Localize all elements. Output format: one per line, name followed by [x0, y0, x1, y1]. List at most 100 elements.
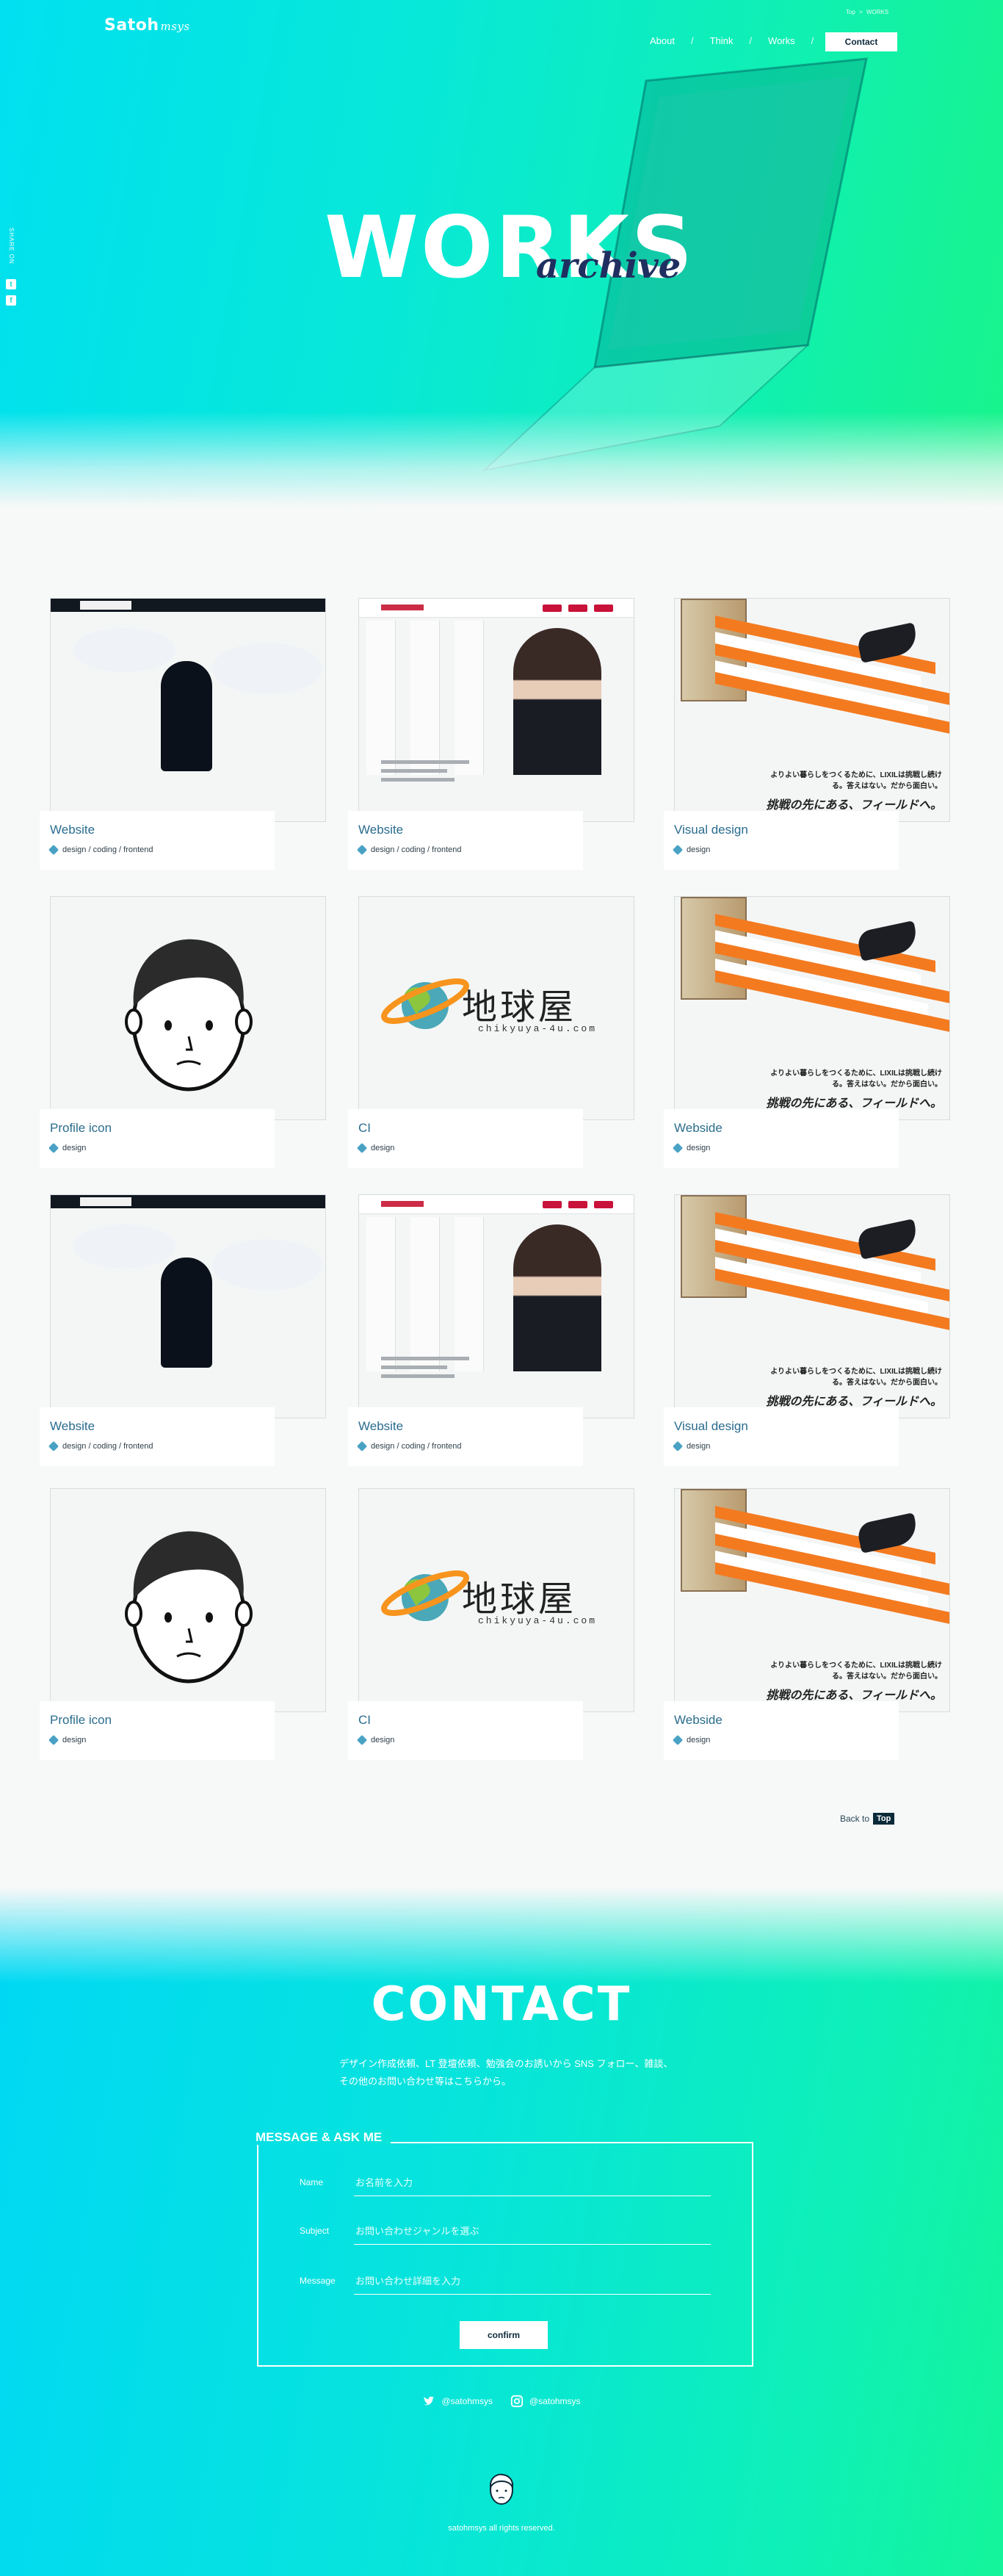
form-row-name: Name — [258, 2170, 755, 2199]
breadcrumb-top[interactable]: Top — [846, 9, 855, 15]
back-to-top[interactable]: Back to Top — [840, 1813, 895, 1825]
work-info: Webside design — [664, 1109, 899, 1168]
visual-copy-text: よりよい暮らしをつくるために、LIXILは挑戦し続ける。答えはない。だから面白い… — [770, 771, 942, 790]
contact-fade — [0, 1888, 1003, 1983]
hero-fade — [0, 411, 1003, 507]
work-tags: design — [687, 845, 711, 854]
work-tags: design / coding / frontend — [371, 845, 462, 854]
form-title: MESSAGE & ASK ME — [256, 2130, 391, 2145]
work-info: Visual design design — [664, 1407, 899, 1466]
share-label: SHARE ON — [8, 228, 15, 264]
back-to-top-button[interactable]: Top — [873, 1813, 895, 1825]
work-thumbnail-website — [358, 598, 634, 822]
form-row-message: Message — [258, 2268, 755, 2298]
work-title: Webside — [674, 1121, 723, 1135]
work-title: Profile icon — [50, 1713, 112, 1727]
work-thumbnail-website — [358, 1194, 634, 1418]
nav-about[interactable]: About — [650, 35, 675, 46]
main-nav: About / Think / Works / — [650, 35, 830, 46]
work-title: Visual design — [674, 823, 748, 837]
tag-icon — [48, 844, 59, 856]
work-info: Profile icon design — [40, 1701, 275, 1760]
visual-headline: 挑戦の先にある、フィールドへ。 — [766, 1097, 942, 1110]
copyright: satohmsys all rights reserved. — [448, 2524, 555, 2533]
work-card[interactable]: Website design / coding / frontend — [40, 598, 326, 870]
contact-title: CONTACT — [371, 1977, 632, 2032]
work-card[interactable]: Website design / coding / frontend — [348, 1194, 634, 1466]
work-tags: design — [687, 1144, 711, 1152]
facebook-share-icon[interactable]: f — [6, 295, 16, 306]
nav-separator: / — [690, 35, 694, 46]
work-title: CI — [358, 1713, 371, 1727]
visual-headline: 挑戦の先にある、フィールドへ。 — [766, 799, 942, 812]
work-info: Website design / coding / frontend — [348, 811, 583, 870]
work-info: Website design / coding / frontend — [348, 1407, 583, 1466]
subject-select[interactable] — [354, 2218, 711, 2245]
site-logo[interactable]: Satoh msys — [104, 16, 190, 35]
ci-url: chikyuya-4u.com — [478, 1615, 598, 1626]
work-title: CI — [358, 1121, 371, 1135]
work-card[interactable]: Profile icon design — [40, 896, 326, 1168]
work-title: Website — [358, 823, 404, 837]
tag-icon — [356, 1734, 368, 1746]
work-tags: design / coding / frontend — [62, 1442, 153, 1451]
work-card[interactable]: Website design / coding / frontend — [348, 598, 634, 870]
name-field[interactable] — [354, 2170, 711, 2196]
nav-separator: / — [811, 35, 814, 46]
tag-icon — [672, 844, 684, 856]
work-tags: design — [687, 1442, 711, 1451]
tag-icon — [672, 1440, 684, 1452]
twitter-link[interactable]: @satohmsys — [422, 2395, 493, 2408]
visual-copy-text: よりよい暮らしをつくるために、LIXILは挑戦し続ける。答えはない。だから面白い… — [770, 1662, 942, 1681]
tag-icon — [48, 1440, 59, 1452]
profile-face-icon — [125, 939, 253, 1092]
work-thumbnail-visual: よりよい暮らしをつくるために、LIXILは挑戦し続ける。答えはない。だから面白い… — [674, 598, 950, 822]
work-title: Webside — [674, 1713, 723, 1727]
work-info: CI design — [348, 1701, 583, 1760]
work-title: Website — [50, 1419, 95, 1433]
work-thumbnail-ci: 地球屋 chikyuya-4u.com — [358, 1488, 634, 1712]
nav-works[interactable]: Works — [768, 35, 795, 46]
contact-form: Name Subject Message confirm — [257, 2142, 753, 2367]
work-card[interactable]: Website design / coding / frontend — [40, 1194, 326, 1466]
work-thumbnail-visual: よりよい暮らしをつくるために、LIXILは挑戦し続ける。答えはない。だから面白い… — [674, 1488, 950, 1712]
tag-icon — [672, 1142, 684, 1154]
logo-main-text: Satoh — [104, 16, 159, 35]
message-field[interactable] — [354, 2268, 711, 2295]
work-card[interactable]: よりよい暮らしをつくるために、LIXILは挑戦し続ける。答えはない。だから面白い… — [664, 896, 950, 1168]
work-info: Visual design design — [664, 811, 899, 870]
work-thumbnail-profile-icon — [50, 896, 326, 1120]
confirm-button[interactable]: confirm — [460, 2321, 548, 2349]
back-to-label: Back to — [840, 1814, 870, 1824]
nav-think[interactable]: Think — [710, 35, 734, 46]
contact-description-line: デザイン作成依頼、LT 登壇依頼、勉強会のお誘いから SNS フォロー、雑談、 — [339, 2058, 673, 2069]
work-title: Profile icon — [50, 1121, 112, 1135]
work-card[interactable]: よりよい暮らしをつくるために、LIXILは挑戦し続ける。答えはない。だから面白い… — [664, 1194, 950, 1466]
work-info: CI design — [348, 1109, 583, 1168]
instagram-icon — [510, 2395, 524, 2408]
instagram-link[interactable]: @satohmsys — [510, 2395, 581, 2408]
visual-headline: 挑戦の先にある、フィールドへ。 — [766, 1689, 942, 1702]
tag-icon — [356, 1440, 368, 1452]
visual-headline: 挑戦の先にある、フィールドへ。 — [766, 1396, 942, 1408]
ci-name: 地球屋 — [462, 988, 577, 1027]
contact-description: デザイン作成依頼、LT 登壇依頼、勉強会のお誘いから SNS フォロー、雑談、 … — [339, 2055, 677, 2090]
work-card[interactable]: 地球屋 chikyuya-4u.com CI design — [348, 896, 634, 1168]
work-card[interactable]: よりよい暮らしをつくるために、LIXILは挑戦し続ける。答えはない。だから面白い… — [664, 1488, 950, 1760]
work-title: Visual design — [674, 1419, 748, 1433]
page-subtitle: archive — [536, 245, 681, 286]
work-thumbnail-visual: よりよい暮らしをつくるために、LIXILは挑戦し続ける。答えはない。だから面白い… — [674, 896, 950, 1120]
twitter-share-icon[interactable]: t — [6, 279, 16, 289]
work-card[interactable]: 地球屋 chikyuya-4u.com CI design — [348, 1488, 634, 1760]
work-info: Website design / coding / frontend — [40, 811, 275, 870]
work-card[interactable]: よりよい暮らしをつくるために、LIXILは挑戦し続ける。答えはない。だから面白い… — [664, 598, 950, 870]
visual-copy-text: よりよい暮らしをつくるために、LIXILは挑戦し続ける。答えはない。だから面白い… — [770, 1069, 942, 1089]
work-thumbnail-website — [50, 598, 326, 822]
work-tags: design — [62, 1736, 87, 1745]
social-links: @satohmsys @satohmsys — [0, 2395, 1003, 2408]
contact-button[interactable]: Contact — [825, 32, 897, 51]
ci-name: 地球屋 — [462, 1580, 577, 1619]
work-card[interactable]: Profile icon design — [40, 1488, 326, 1760]
work-info: Profile icon design — [40, 1109, 275, 1168]
work-tags: design — [371, 1736, 395, 1745]
